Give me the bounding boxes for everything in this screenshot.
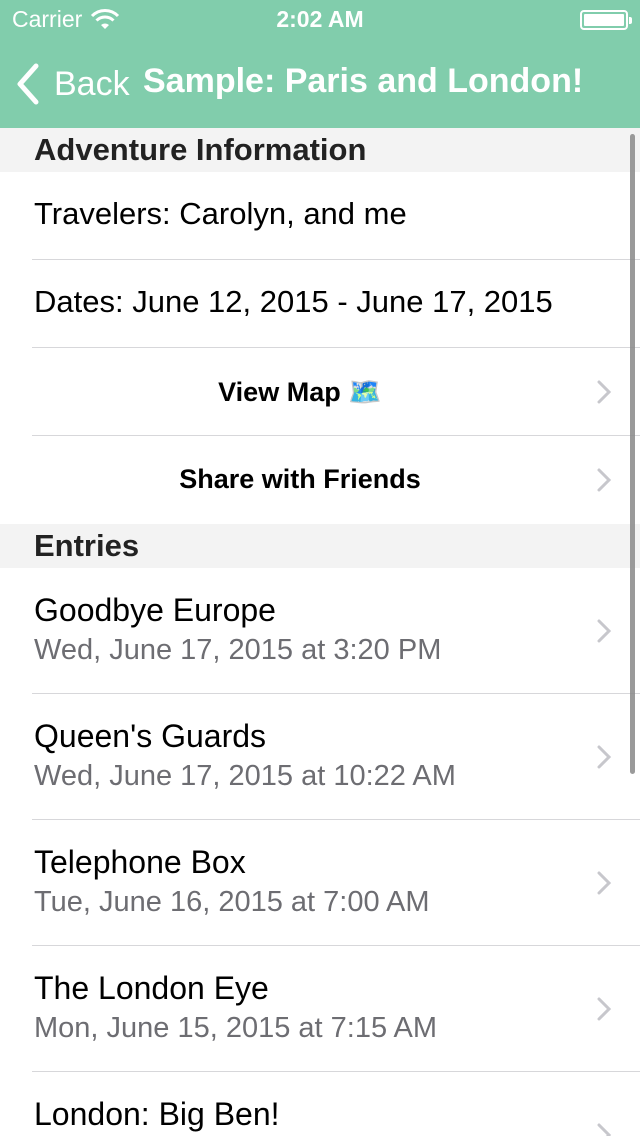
chevron-right-icon — [597, 468, 612, 492]
entry-date: Wed, June 17, 2015 at 3:20 PM — [34, 634, 442, 666]
entry-title: The London Eye — [34, 970, 269, 1006]
entry-date: Wed, June 17, 2015 at 10:22 AM — [34, 760, 456, 792]
entry-date: Mon, June 15, 2015 at 7:15 AM — [34, 1012, 438, 1044]
dates-text: Dates: June 12, 2015 - June 17, 2015 — [34, 284, 553, 319]
scrollbar[interactable] — [630, 134, 635, 774]
chevron-left-icon — [17, 63, 39, 105]
page-title: Sample: Paris and London! — [143, 62, 584, 100]
battery-icon — [580, 10, 632, 30]
share-label: Share with Friends — [179, 464, 421, 494]
entry-title: Telephone Box — [34, 844, 246, 880]
chevron-right-icon — [597, 1123, 612, 1136]
chevron-right-icon — [597, 997, 612, 1021]
entry-title: London: Big Ben! — [34, 1096, 280, 1132]
chevron-right-icon — [597, 745, 612, 769]
travelers-text: Travelers: Carolyn, and me — [34, 196, 407, 231]
section-header-entries: Entries — [0, 524, 640, 568]
back-button[interactable]: Back — [14, 60, 130, 108]
entry-title: Queen's Guards — [34, 718, 267, 754]
chevron-right-icon — [597, 619, 612, 643]
section-header-label: Adventure Information — [34, 132, 367, 167]
dates-row: Dates: June 12, 2015 - June 17, 2015 — [0, 260, 640, 348]
view-map-label: View Map 🗺️ — [218, 377, 382, 407]
entry-row[interactable]: Queen's Guards Wed, June 17, 2015 at 10:… — [0, 694, 640, 820]
chevron-right-icon — [597, 871, 612, 895]
entry-row[interactable]: The London Eye Mon, June 15, 2015 at 7:1… — [0, 946, 640, 1072]
section-header-label: Entries — [34, 528, 140, 563]
back-label: Back — [54, 64, 130, 103]
travelers-row: Travelers: Carolyn, and me — [0, 172, 640, 260]
entry-row[interactable]: Telephone Box Tue, June 16, 2015 at 7:00… — [0, 820, 640, 946]
navigation-bar: Carrier 2:02 AM Back Sample: Paris and L… — [0, 0, 640, 128]
share-row[interactable]: Share with Friends — [0, 436, 640, 524]
entry-date: Tue, June 16, 2015 at 7:00 AM — [34, 886, 430, 918]
status-time: 2:02 AM — [276, 6, 364, 32]
entry-title: Goodbye Europe — [34, 592, 276, 628]
chevron-right-icon — [597, 380, 612, 404]
status-bar: Carrier 2:02 AM — [0, 0, 640, 40]
entry-row[interactable]: London: Big Ben! — [0, 1072, 640, 1136]
view-map-row[interactable]: View Map 🗺️ — [0, 348, 640, 436]
entry-row[interactable]: Goodbye Europe Wed, June 17, 2015 at 3:2… — [0, 568, 640, 694]
section-header-info: Adventure Information — [0, 128, 640, 172]
